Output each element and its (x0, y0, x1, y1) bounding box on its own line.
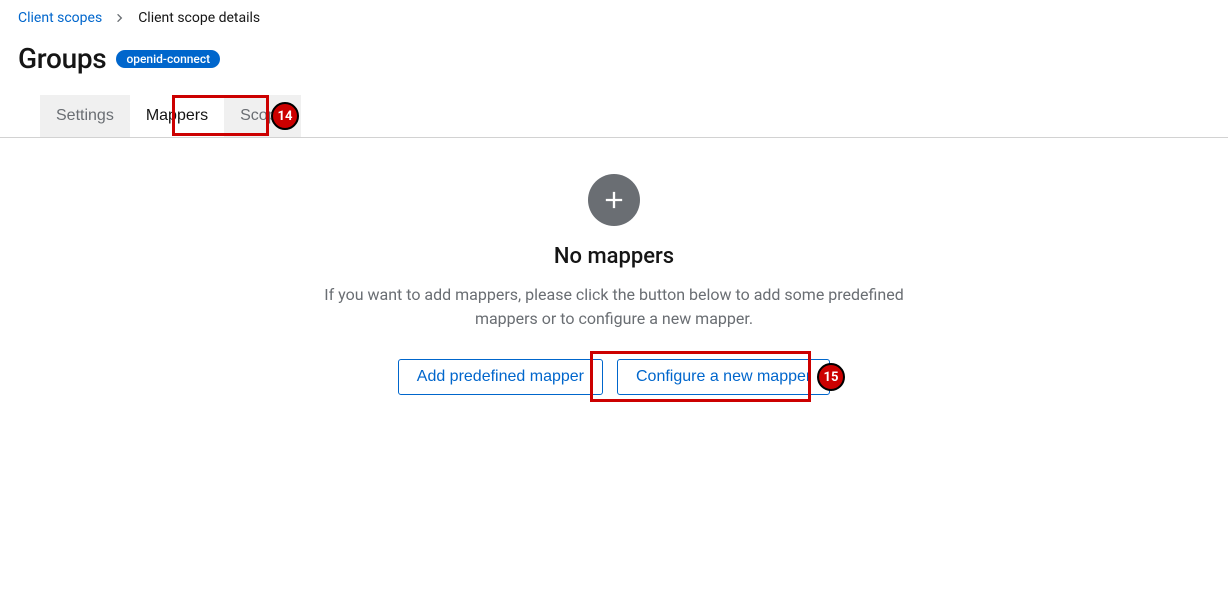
tabs: Settings Mappers Scope 14 (40, 95, 1228, 137)
step-marker: 14 (271, 102, 299, 130)
protocol-badge: openid-connect (116, 50, 220, 68)
tab-settings[interactable]: Settings (40, 95, 130, 137)
chevron-right-icon (116, 11, 124, 25)
breadcrumb-current: Client scope details (138, 10, 260, 26)
plus-icon (588, 174, 640, 226)
step-marker: 15 (817, 363, 845, 391)
page-header: Groups openid-connect (0, 26, 1228, 95)
page-title: Groups (18, 42, 106, 75)
configure-new-mapper-button[interactable]: Configure a new mapper (617, 359, 830, 395)
empty-actions: Add predefined mapper Configure a new ma… (304, 359, 924, 395)
empty-heading: No mappers (304, 244, 924, 269)
empty-state: No mappers If you want to add mappers, p… (304, 174, 924, 395)
tab-mappers[interactable]: Mappers (130, 95, 224, 137)
empty-body: If you want to add mappers, please click… (304, 283, 924, 331)
breadcrumb: Client scopes Client scope details (0, 0, 1228, 26)
breadcrumb-client-scopes[interactable]: Client scopes (18, 10, 102, 26)
add-predefined-mapper-button[interactable]: Add predefined mapper (398, 359, 603, 395)
